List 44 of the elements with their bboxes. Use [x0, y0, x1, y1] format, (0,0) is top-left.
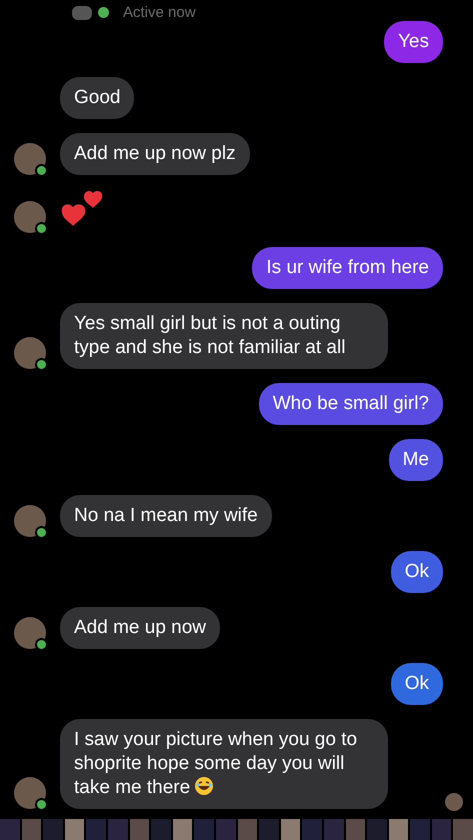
photo-placeholder — [151, 819, 171, 840]
sent-message: Yes — [384, 21, 443, 63]
sent-message: Ok — [390, 663, 443, 705]
photo-placeholder — [172, 819, 192, 840]
avatar-icon — [14, 201, 46, 233]
received-message: Good — [60, 77, 134, 119]
received-message: Add me up now — [60, 607, 220, 649]
sent-message: Ok — [390, 551, 443, 593]
avatar-icon — [14, 505, 46, 537]
photo-placeholder — [108, 819, 128, 840]
photo-placeholder — [367, 819, 387, 840]
photo-placeholder — [238, 819, 258, 840]
photo-placeholder — [453, 819, 473, 840]
photo-placeholder — [22, 819, 42, 840]
photo-placeholder — [280, 819, 300, 840]
photo-placeholder — [302, 819, 322, 840]
avatar-icon — [14, 337, 46, 369]
received-message: Yes small girl but is not a outing type and she is not familiar at all — [60, 303, 388, 369]
avatar-icon — [14, 617, 46, 649]
contact-avatar — [72, 6, 92, 20]
photo-placeholder — [86, 819, 106, 840]
sent-message: Me — [388, 439, 443, 481]
photo-placeholder — [259, 819, 279, 840]
avatar-icon — [14, 143, 46, 175]
photo-placeholder — [324, 819, 344, 840]
sent-message: Who be small girl? — [258, 383, 443, 425]
photo-placeholder — [410, 819, 430, 840]
laughing-emoji-icon — [194, 776, 214, 796]
received-message: No na I mean my wife — [60, 495, 272, 537]
photo-placeholder — [432, 819, 452, 840]
received-message: Add me up now plz — [60, 133, 250, 175]
photo-placeholder — [0, 819, 20, 840]
photo-placeholder — [388, 819, 408, 840]
sent-message: Is ur wife from here — [252, 247, 443, 289]
online-status-dot — [98, 7, 109, 18]
photo-placeholder — [346, 819, 366, 840]
photo-placeholder — [216, 819, 236, 840]
photo-placeholder — [130, 819, 150, 840]
photo-placeholder — [194, 819, 214, 840]
photo-placeholder — [64, 819, 84, 840]
photo-placeholder — [43, 819, 63, 840]
received-message: I saw your picture when you go to shoprite hope some day you will take me there — [60, 719, 388, 809]
avatar-icon — [14, 777, 46, 809]
active-status: Active now — [123, 4, 196, 21]
